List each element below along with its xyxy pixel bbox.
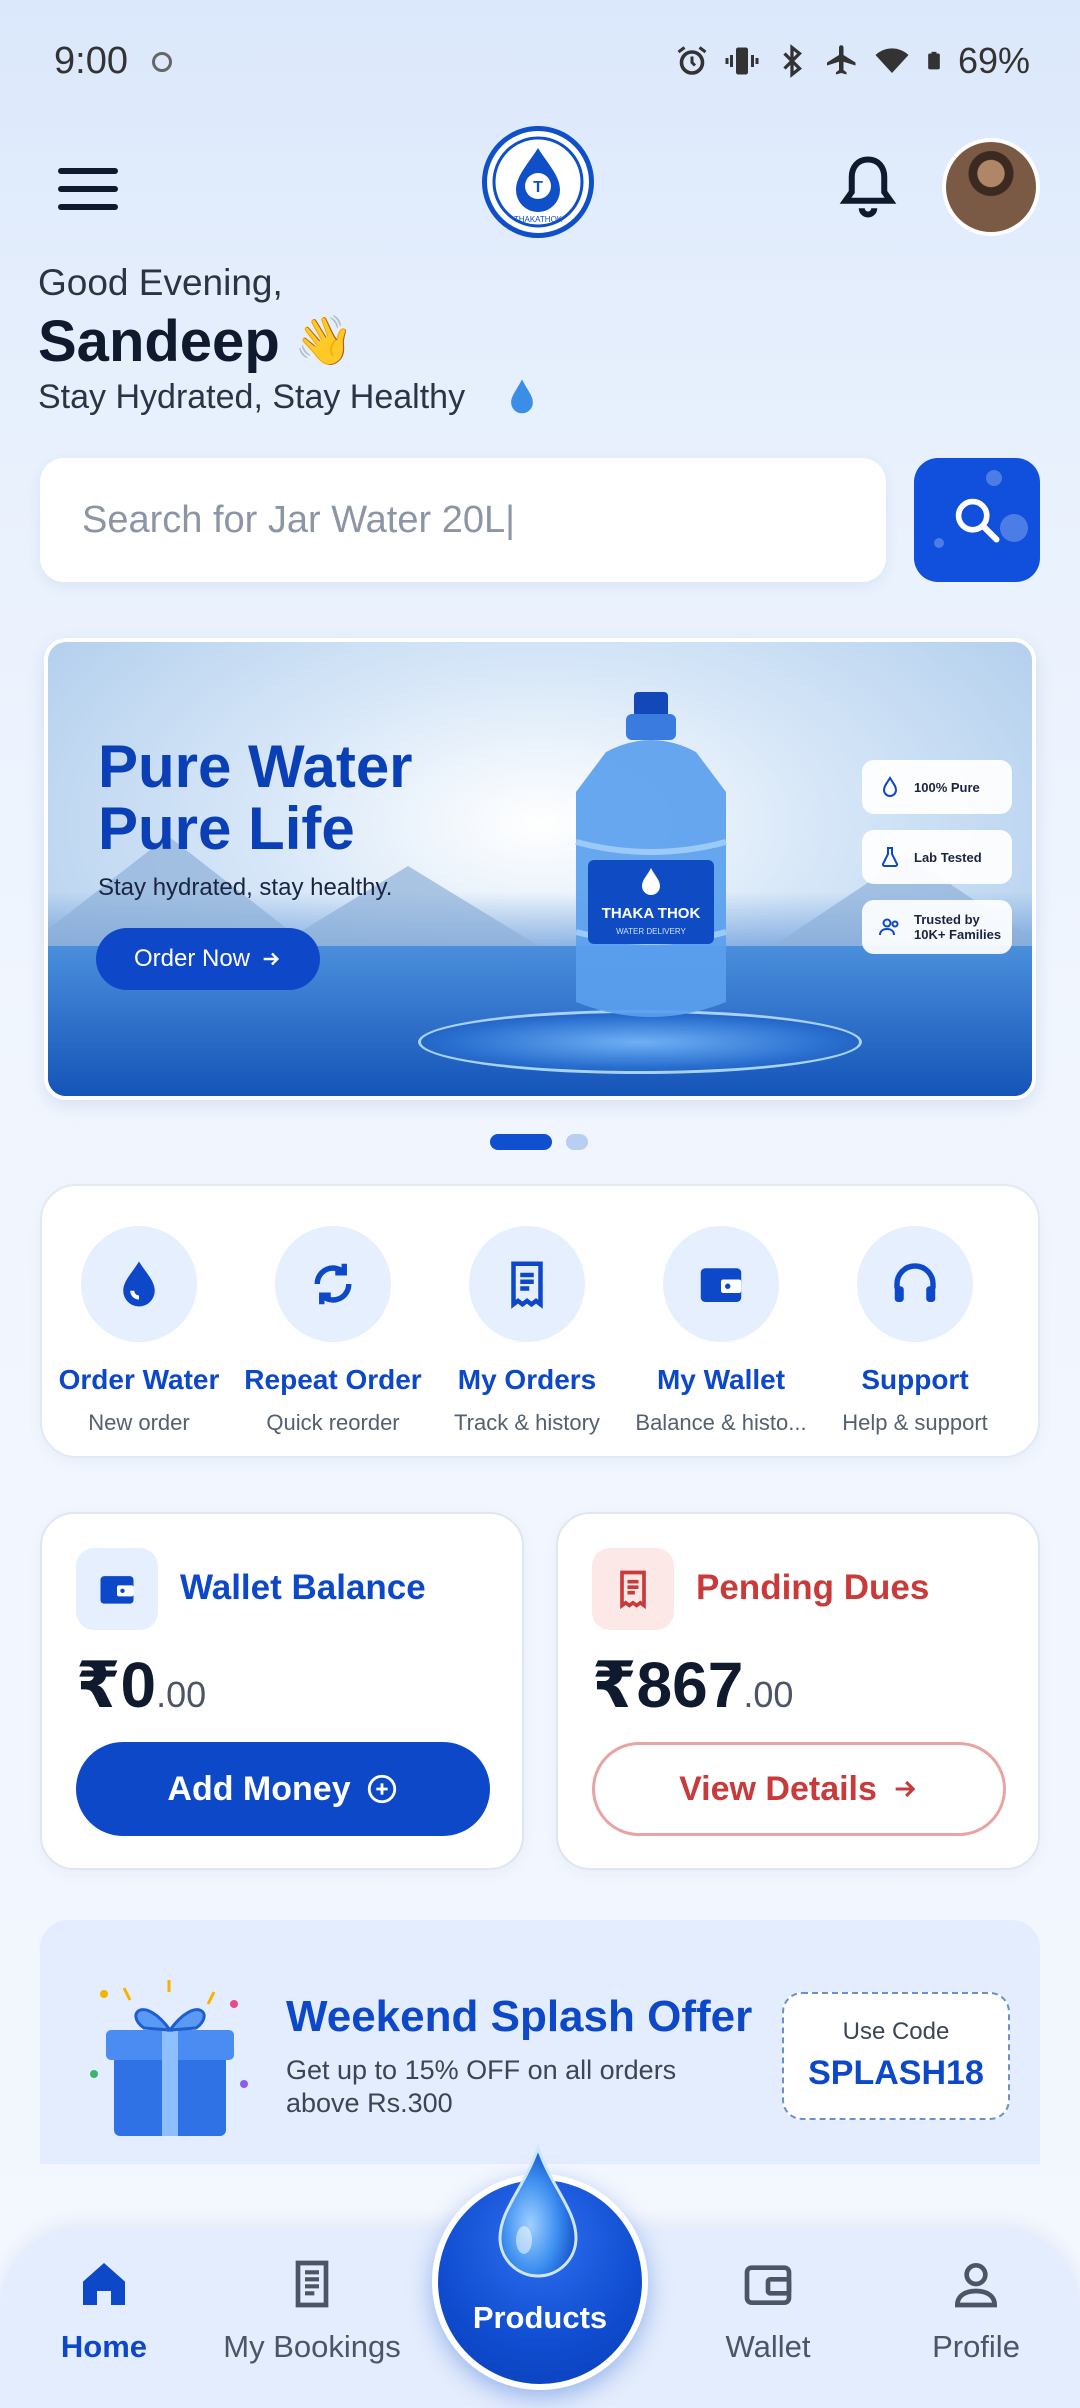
banner-subtitle: Stay hydrated, stay healthy. xyxy=(98,874,393,901)
plus-circle-icon xyxy=(367,1774,396,1804)
app-logo[interactable]: T THAKATHOK xyxy=(482,126,594,238)
promo-code-value: SPLASH18 xyxy=(808,2054,984,2092)
svg-text:WATER DELIVERY: WATER DELIVERY xyxy=(616,927,686,936)
alarm-icon xyxy=(677,46,707,75)
arrow-right-icon xyxy=(263,952,280,966)
home-icon xyxy=(83,2263,125,2305)
vibrate-icon xyxy=(725,47,759,75)
wallet-icon xyxy=(700,1268,742,1302)
nav-home[interactable]: Home xyxy=(4,2256,204,2365)
users-icon xyxy=(879,918,899,936)
quick-action-order-water[interactable]: Order Water New order xyxy=(42,1226,236,1436)
bluetooth-icon xyxy=(783,44,802,78)
search-button[interactable] xyxy=(914,458,1040,582)
greeting-tagline: Stay Hydrated, Stay Healthy xyxy=(38,378,466,416)
receipt-icon xyxy=(511,1261,543,1309)
offer-description: Get up to 15% OFF on all orders above Rs… xyxy=(286,2055,677,2118)
airplane-icon xyxy=(826,45,856,75)
pending-dues-card: Pending Dues ₹867.00 View Details xyxy=(556,1512,1040,1870)
flask-icon xyxy=(881,847,899,867)
battery-icon xyxy=(928,51,940,70)
search-input[interactable] xyxy=(40,458,886,582)
banner-order-now-button[interactable]: Order Now xyxy=(96,928,320,990)
bill-icon xyxy=(592,1548,674,1630)
promo-banner[interactable]: Pure Water Pure Life Stay hydrated, stay… xyxy=(44,638,1036,1100)
svg-text:THAKATHOK: THAKATHOK xyxy=(514,215,563,224)
wave-emoji: 👋 xyxy=(294,315,354,368)
quick-action-my-wallet[interactable]: My Wallet Balance & histo... xyxy=(624,1226,818,1436)
menu-icon[interactable] xyxy=(58,168,118,210)
user-name: Sandeep xyxy=(38,309,280,374)
headset-icon xyxy=(894,1263,936,1302)
nav-wallet[interactable]: Wallet xyxy=(668,2256,868,2365)
offer-banner[interactable]: Weekend Splash Offer Get up to 15% OFF o… xyxy=(40,1920,1040,2164)
offer-title: Weekend Splash Offer xyxy=(286,1992,753,2041)
nav-profile[interactable]: Profile xyxy=(876,2256,1076,2365)
notification-bell-icon[interactable] xyxy=(838,152,898,222)
wallet-balance-card: Wallet Balance ₹0.00 Add Money xyxy=(40,1512,524,1870)
water-drop-icon xyxy=(498,2144,578,2278)
wallet-icon xyxy=(744,2265,792,2305)
view-details-button[interactable]: View Details xyxy=(592,1742,1006,1836)
promo-code-box[interactable]: Use Code SPLASH18 xyxy=(782,1992,1010,2120)
carousel-dot-active[interactable] xyxy=(490,1134,552,1150)
repeat-icon xyxy=(314,1263,352,1305)
profile-avatar[interactable] xyxy=(942,138,1040,236)
battery-percent: 69% xyxy=(957,40,1030,81)
promo-code-label: Use Code xyxy=(842,2018,950,2045)
nav-my-bookings[interactable]: My Bookings xyxy=(212,2256,412,2365)
wallet-icon xyxy=(76,1548,158,1630)
water-jug-image: THAKA THOK WATER DELIVERY xyxy=(575,692,727,1017)
banner-order-now-label: Order Now xyxy=(133,945,251,972)
quick-actions-panel: Order Water New order Repeat Order Quick… xyxy=(40,1184,1040,1458)
greeting-salutation: Good Evening, xyxy=(38,262,283,303)
nav-products-label: Products xyxy=(472,2300,608,2335)
badge-lab-tested: Lab Tested xyxy=(862,830,1012,884)
wallet-balance-title: Wallet Balance xyxy=(180,1568,426,1607)
search-icon xyxy=(955,498,1000,543)
logo-drop-icon: T THAKATHOK xyxy=(492,136,584,228)
drop-outline-icon xyxy=(882,776,898,797)
badge-pure: 100% Pure xyxy=(862,760,1012,814)
pending-dues-title: Pending Dues xyxy=(696,1568,930,1607)
carousel-dot[interactable] xyxy=(566,1134,588,1150)
banner-title-line2: Pure Life xyxy=(98,795,355,862)
profile-icon xyxy=(954,2263,998,2308)
wallet-balance-amount: ₹0.00 xyxy=(76,1649,207,1721)
add-money-button[interactable]: Add Money xyxy=(76,1742,490,1836)
svg-text:T: T xyxy=(533,179,543,196)
badge-trusted: Trusted by 10K+ Families xyxy=(862,900,1012,954)
status-icons: 69% xyxy=(674,40,1030,82)
bookings-icon xyxy=(295,2260,329,2308)
arrow-right-icon xyxy=(895,1780,916,1798)
status-time: 9:00 xyxy=(54,40,128,82)
water-drop-icon xyxy=(123,1261,155,1307)
quick-action-repeat-order[interactable]: Repeat Order Quick reorder xyxy=(236,1226,430,1436)
gift-box-icon xyxy=(90,1980,248,2136)
sync-icon xyxy=(152,52,172,72)
wifi-icon xyxy=(875,48,909,73)
quick-action-support[interactable]: Support Help & support xyxy=(818,1226,1012,1436)
banner-title-line1: Pure Water xyxy=(98,733,413,800)
pending-dues-amount: ₹867.00 xyxy=(592,1649,794,1721)
svg-text:THAKA THOK: THAKA THOK xyxy=(602,905,701,922)
water-drop-icon xyxy=(511,379,533,414)
quick-action-my-orders[interactable]: My Orders Track & history xyxy=(430,1226,624,1436)
